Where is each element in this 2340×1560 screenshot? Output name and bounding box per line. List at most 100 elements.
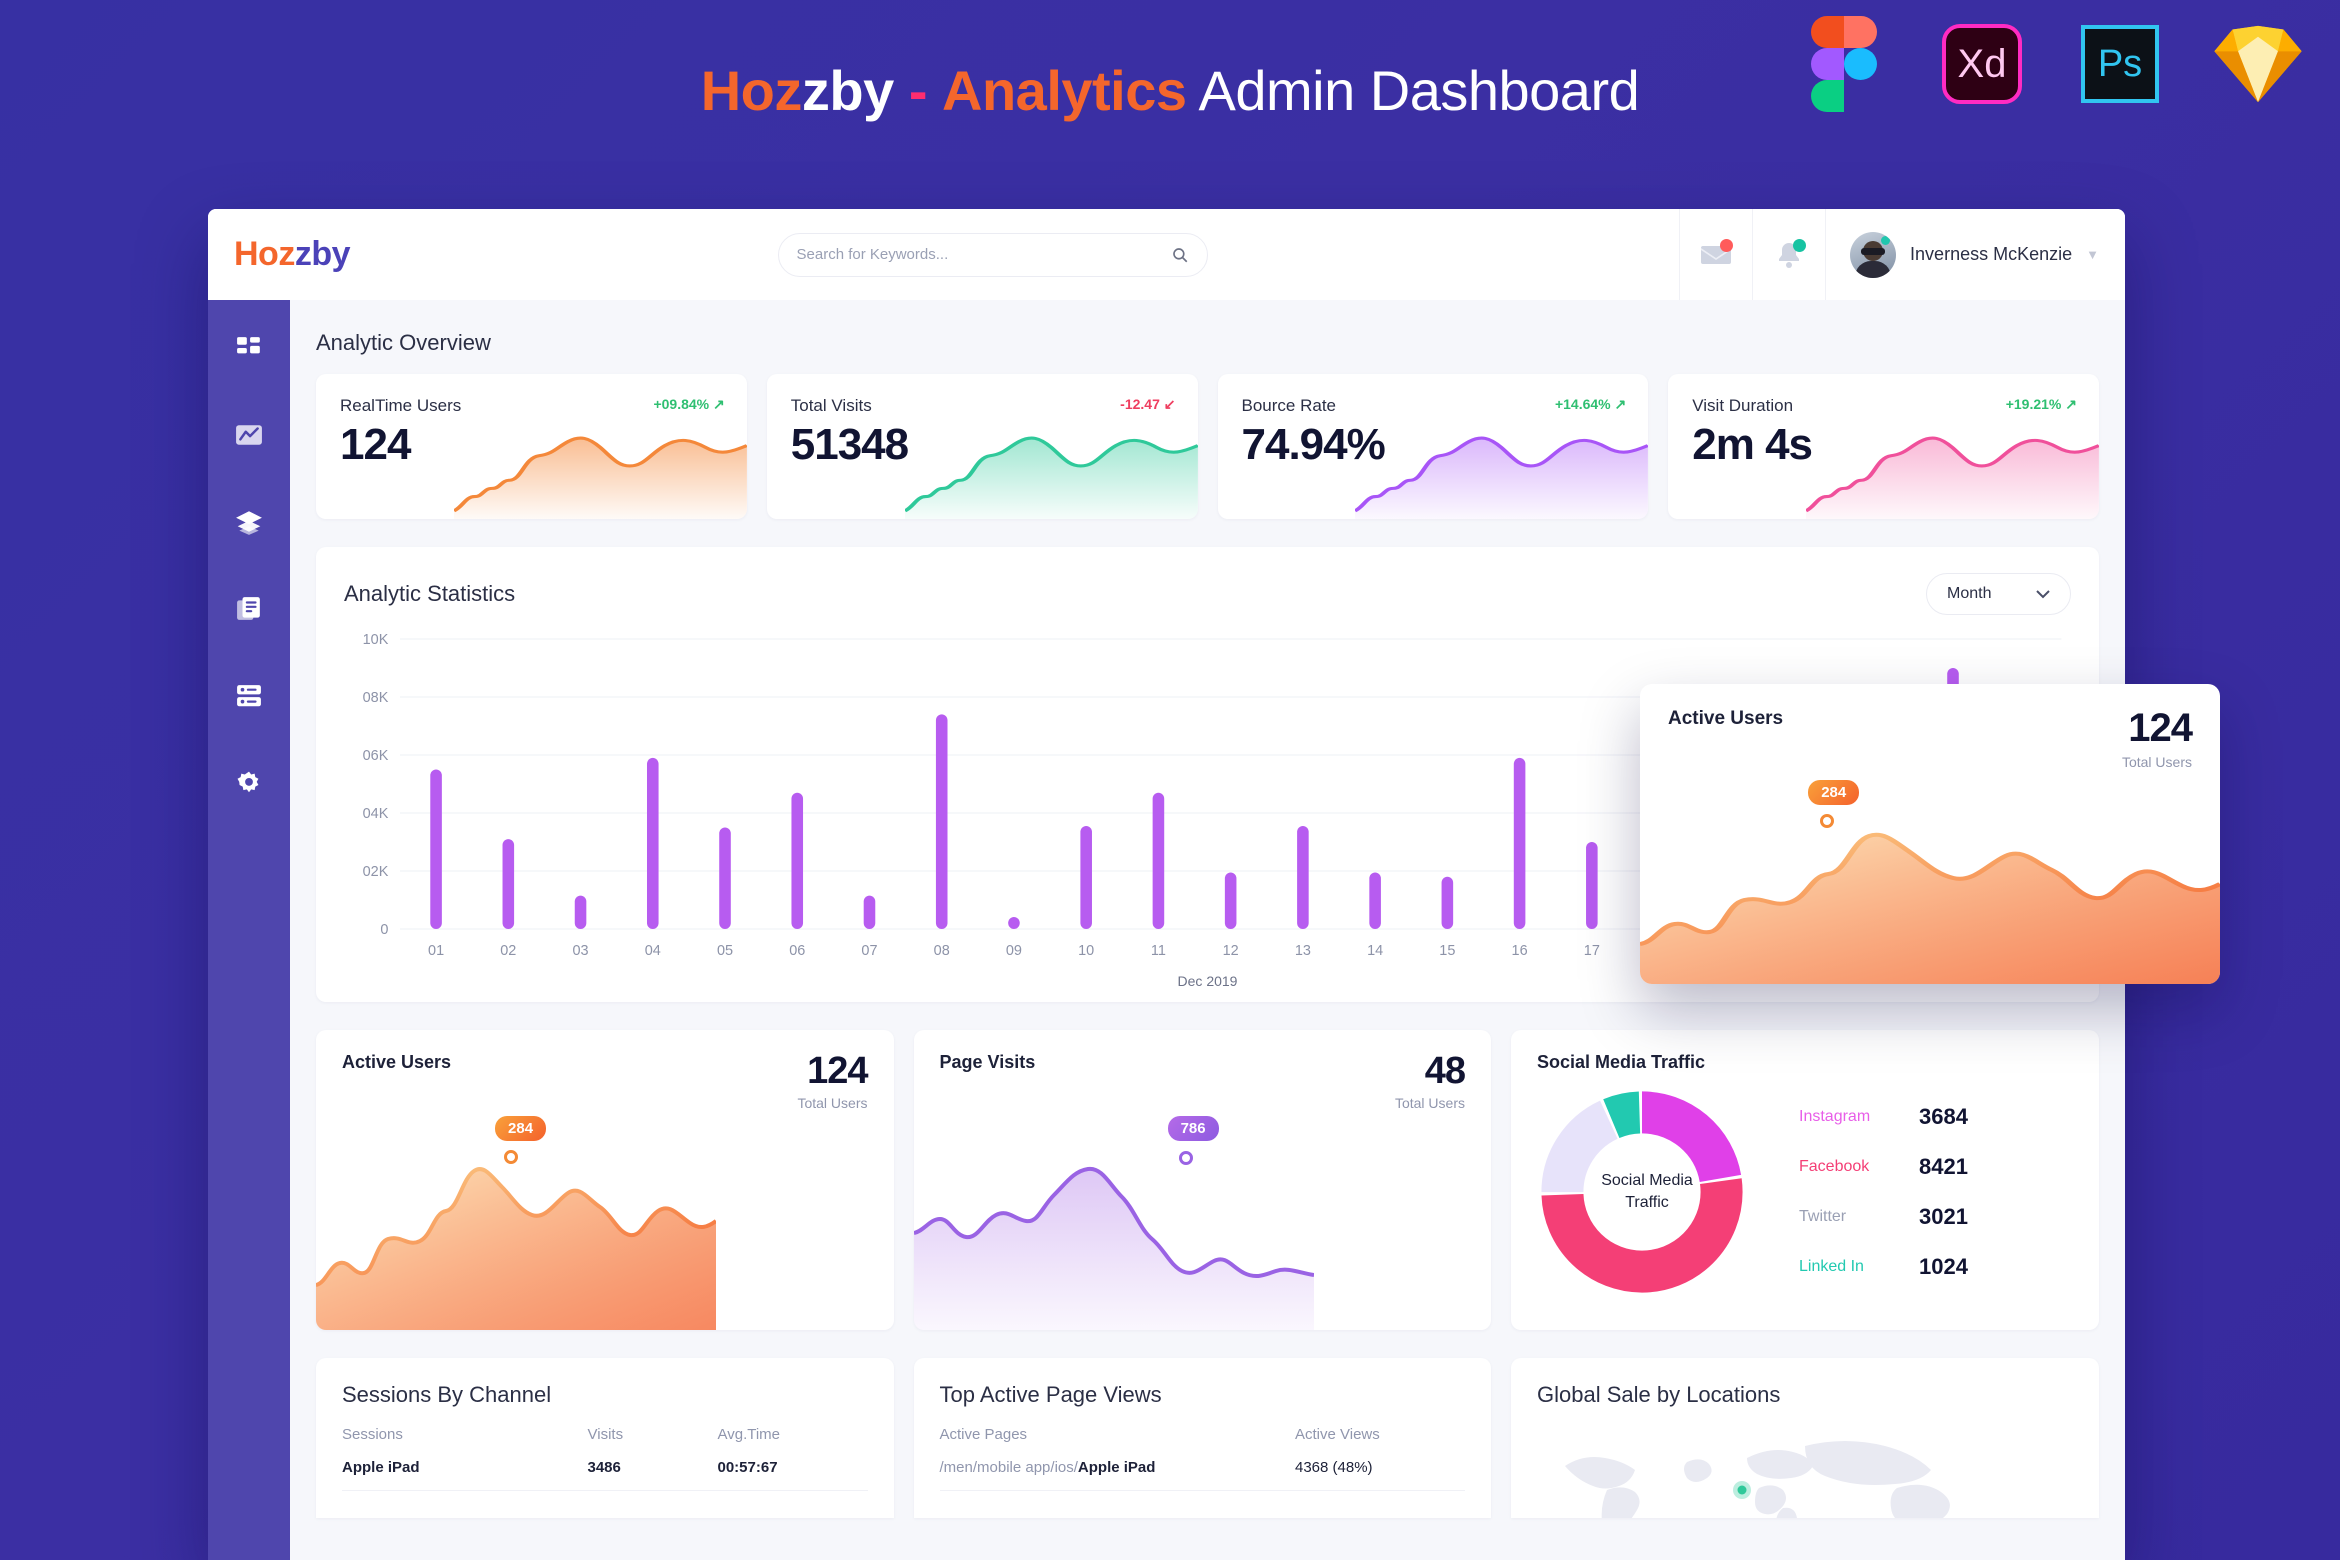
column-header: Avg.Time	[717, 1426, 781, 1443]
table-header: Active Pages Active Views	[940, 1426, 1466, 1459]
stat-delta: +09.84% ↗	[653, 396, 725, 412]
stat-value: 74.94%	[1241, 420, 1386, 469]
tool-icons-row: Xd Ps	[1798, 16, 2304, 112]
table-row[interactable]: Apple iPad 3486 00:57:67	[342, 1459, 868, 1491]
svg-text:09: 09	[1006, 943, 1022, 959]
card-subtitle: Total Users	[2121, 754, 2192, 770]
table-row[interactable]: /men/mobile app/ios/Apple iPad 4368 (48%…	[939, 1459, 1465, 1491]
user-menu[interactable]: Inverness McKenzie ▼	[1825, 209, 2125, 300]
sidebar-item-layers[interactable]	[226, 502, 272, 542]
avatar	[1850, 231, 1897, 278]
stat-value: 51348	[790, 420, 909, 469]
sidebar-item-server[interactable]	[226, 676, 272, 716]
svg-text:07: 07	[861, 943, 877, 959]
promo-dash: -	[908, 59, 928, 122]
sidebar-item-analytics[interactable]	[226, 415, 272, 455]
stat-card-realtime-users[interactable]: RealTime Users +09.84% ↗ 124	[316, 374, 747, 519]
svg-text:0: 0	[380, 922, 388, 938]
svg-text:08K: 08K	[363, 690, 389, 706]
analytics-chart-icon	[236, 425, 262, 445]
stat-value: 124	[340, 420, 411, 469]
card-title: Social Media Traffic	[1537, 1052, 1706, 1072]
app-logo[interactable]: Hozzby	[208, 235, 351, 274]
legend-item-twitter: Twitter 3021	[1799, 1204, 2073, 1230]
legend-item-instagram: Instagram 3684	[1799, 1104, 2073, 1130]
adobe-xd-icon: Xd	[1936, 18, 2028, 110]
svg-text:10: 10	[1078, 943, 1094, 959]
mail-icon[interactable]	[1679, 209, 1752, 300]
search-box[interactable]	[777, 232, 1208, 277]
figma-icon	[1798, 16, 1890, 112]
active-users-card[interactable]: Active Users 124 Total Users 284	[316, 1030, 894, 1330]
svg-text:04: 04	[645, 943, 661, 959]
table-header: Sessions Visits Avg.Time	[342, 1426, 868, 1459]
bell-icon[interactable]	[1752, 209, 1825, 300]
sidebar-item-pages[interactable]	[226, 589, 272, 629]
promo-rest: Admin Dashboard	[1186, 59, 1640, 122]
svg-text:01: 01	[428, 943, 444, 959]
svg-text:06K: 06K	[363, 748, 389, 764]
chart-marker-label: 786	[1167, 1116, 1219, 1141]
page-visits-card[interactable]: Page Visits 48 Total Users 786	[913, 1030, 1491, 1330]
sidebar-item-settings[interactable]	[226, 763, 272, 803]
svg-text:15: 15	[1439, 943, 1455, 959]
svg-text:17: 17	[1584, 943, 1600, 959]
document-icon	[237, 597, 260, 620]
stat-label: RealTime Users	[340, 396, 462, 415]
user-name: Inverness McKenzie	[1910, 244, 2073, 264]
cell-page-path: /men/mobile app/ios/Apple iPad	[939, 1459, 1156, 1476]
period-select[interactable]: Month	[1926, 573, 2071, 615]
column-header: Active Views	[1295, 1426, 1380, 1443]
svg-text:04K: 04K	[363, 806, 389, 822]
promo-highlight: Analytics	[942, 59, 1187, 122]
promo-brand-first: Hoz	[700, 59, 803, 122]
chevron-down-icon[interactable]: ▼	[2086, 247, 2099, 262]
trend-up-icon: ↗	[1614, 396, 1627, 412]
stat-label: Visit Duration	[1692, 396, 1794, 415]
svg-text:02K: 02K	[363, 864, 389, 880]
card-title: Global Sale by Locations	[1537, 1382, 1781, 1407]
stat-card-visit-duration[interactable]: Visit Duration +19.21% ↗ 2m 4s	[1668, 374, 2099, 519]
search-input[interactable]	[796, 246, 1171, 263]
xd-label: Xd	[1957, 41, 2007, 86]
search-icon[interactable]	[1171, 246, 1189, 264]
card-value: 124	[807, 1050, 868, 1092]
legend-label: Linked In	[1799, 1258, 1864, 1275]
stat-card-total-visits[interactable]: Total Visits -12.47 ↙ 51348	[766, 374, 1198, 519]
area-chart	[1640, 832, 2220, 984]
layers-icon	[236, 511, 262, 535]
svg-text:02: 02	[500, 943, 516, 959]
legend-value: 3684	[1919, 1104, 1968, 1129]
server-icon	[237, 685, 261, 707]
svg-text:05: 05	[717, 943, 733, 959]
active-users-floating-card[interactable]: Active Users 124 Total Users 284	[1640, 684, 2220, 984]
social-media-traffic-card: Social Media Traffic Social Media Traffi…	[1511, 1030, 2099, 1330]
topbar-right: Inverness McKenzie ▼	[1679, 209, 2125, 300]
donut-legend: Instagram 3684 Facebook 8421 Twitter 302…	[1757, 1104, 2073, 1280]
card-subtitle: Total Users	[797, 1095, 868, 1111]
chevron-down-icon	[2036, 589, 2050, 598]
svg-text:12: 12	[1223, 943, 1239, 959]
app-topbar: Hozzby Search for Keywords... Inverness …	[208, 209, 2125, 300]
stat-value: 2m 4s	[1692, 420, 1813, 469]
overview-cards: RealTime Users +09.84% ↗ 124 Total Visit…	[316, 374, 2099, 519]
svg-text:08: 08	[934, 943, 950, 959]
card-title: Top Active Page Views	[939, 1382, 1162, 1407]
world-map	[1565, 1441, 1950, 1518]
mid-cards-row: Active Users 124 Total Users 284 Page Vi…	[316, 1030, 2099, 1330]
cell-session: Apple iPad	[342, 1459, 420, 1476]
legend-label: Facebook	[1799, 1158, 1870, 1175]
app-logo-first: Hoz	[234, 235, 295, 273]
photoshop-icon: Ps	[2074, 18, 2166, 110]
sessions-by-channel-card: Sessions By Channel Sessions Visits Avg.…	[316, 1358, 894, 1518]
stat-delta: +14.64% ↗	[1554, 396, 1627, 412]
svg-text:10K: 10K	[363, 632, 389, 648]
sidebar	[208, 300, 290, 1560]
stat-card-bounce-rate[interactable]: Bource Rate +14.64% ↗ 74.94%	[1217, 374, 1649, 519]
sidebar-item-dashboard[interactable]	[226, 328, 272, 368]
legend-label: Instagram	[1799, 1108, 1871, 1125]
column-header: Active Pages	[939, 1426, 1028, 1443]
stat-delta: -12.47 ↙	[1120, 396, 1176, 412]
card-title: Sessions By Channel	[342, 1382, 552, 1407]
legend-item-facebook: Facebook 8421	[1799, 1154, 2073, 1180]
